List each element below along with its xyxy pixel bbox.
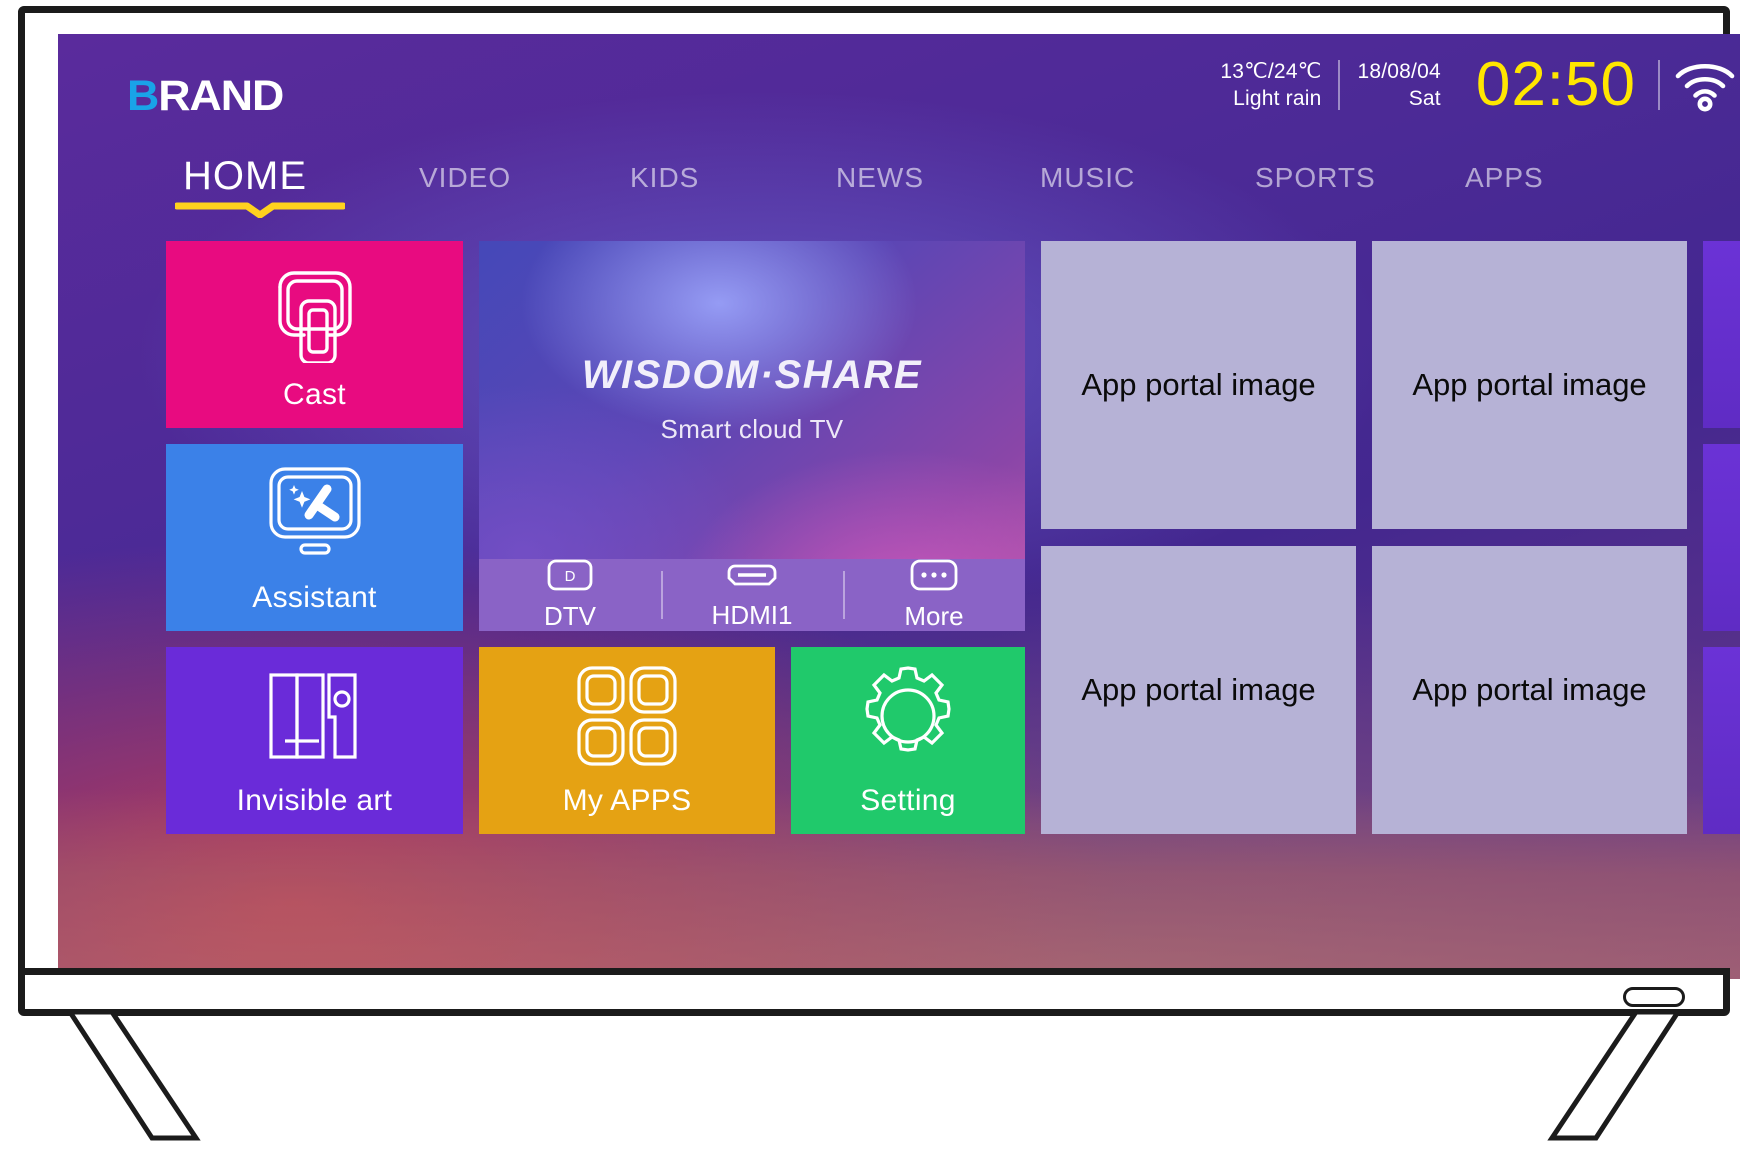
app-portal-label: App portal image (1081, 672, 1316, 707)
weather-condition: Light rain (1233, 87, 1322, 110)
tile-label: Setting (860, 784, 956, 817)
tile-setting[interactable]: Setting (791, 647, 1025, 834)
art-panels-icon (166, 647, 463, 784)
ir-receiver-window (1623, 987, 1685, 1007)
nav-item-label: HOME (183, 154, 307, 198)
nav-item-sports[interactable]: SPORTS (1255, 162, 1465, 194)
hdmi-icon (725, 559, 779, 590)
status-bar: 13℃/24℃ Light rain 18/08/04 Sat 02:50 (1220, 50, 1735, 119)
hero-text-block: WISDOM·SHARE Smart cloud TV (479, 353, 1025, 445)
svg-text:D: D (565, 568, 576, 585)
nav-bar: HOME VIDEO KIDS NEWS MUSIC SPORTS APPS (175, 154, 1700, 218)
tv-bezel: BRAND 13℃/24℃ Light rain 18/08/04 Sat 02… (18, 6, 1740, 981)
gear-icon (791, 647, 1025, 784)
nav-item-label: NEWS (836, 162, 924, 193)
tile-label: Invisible art (236, 784, 393, 817)
source-item-dtv[interactable]: D DTV (479, 559, 661, 631)
tv-unit: BRAND 13℃/24℃ Light rain 18/08/04 Sat 02… (0, 0, 1748, 1158)
tv-screen: BRAND 13℃/24℃ Light rain 18/08/04 Sat 02… (58, 34, 1740, 979)
source-item-more[interactable]: More (843, 559, 1025, 631)
weekday-text: Sat (1408, 87, 1441, 110)
source-label: HDMI1 (711, 600, 793, 630)
app-portal-tile[interactable]: App portal image (1041, 546, 1356, 834)
nav-item-music[interactable]: MUSIC (1040, 162, 1255, 194)
app-portal-label: App portal image (1412, 367, 1647, 402)
nav-item-home[interactable]: HOME (175, 154, 419, 218)
tile-label: Cast (283, 378, 346, 411)
date-block: 18/08/04 Sat (1340, 58, 1457, 112)
source-label: DTV (544, 600, 596, 631)
nav-item-video[interactable]: VIDEO (419, 162, 630, 194)
nav-item-kids[interactable]: KIDS (630, 162, 836, 194)
magic-wand-tv-icon (166, 444, 463, 581)
brand-logo-text: RAND (158, 72, 284, 120)
tv-base-strip (18, 968, 1730, 1016)
clock: 02:50 (1475, 50, 1636, 119)
app-portal-label: App portal image (1412, 672, 1647, 707)
content-grid: Cast Assistant Invisible art WISDOM·SHAR… (138, 241, 1740, 979)
tile-label: Assistant (252, 581, 377, 614)
hero-subtitle: Smart cloud TV (660, 414, 844, 444)
app-portal-tile[interactable]: App portal image (1372, 546, 1687, 834)
temperature-range: 13℃/24℃ (1220, 60, 1322, 83)
tv-stand-legs (65, 1010, 1683, 1141)
hero-title: WISDOM·SHARE (581, 353, 923, 397)
source-label: More (904, 600, 964, 631)
wifi-icon[interactable] (1660, 58, 1735, 112)
app-portal-tile[interactable]: App portal image (1041, 241, 1356, 529)
nav-item-label: MUSIC (1040, 162, 1136, 193)
dtv-icon: D (547, 559, 593, 591)
date-text: 18/08/04 (1357, 60, 1441, 83)
brand-logo-accent-letter: B (126, 72, 159, 120)
nav-item-label: KIDS (630, 162, 700, 193)
edge-tile[interactable]: A (1703, 444, 1740, 631)
weather-block: 13℃/24℃ Light rain (1220, 58, 1338, 112)
brand-logo: BRAND (126, 72, 284, 121)
nav-item-news[interactable]: NEWS (836, 162, 1040, 194)
app-grid-icon (479, 647, 775, 784)
nav-active-underline-icon (175, 202, 345, 218)
tile-cast[interactable]: Cast (166, 241, 463, 428)
source-item-hdmi1[interactable]: HDMI1 (661, 559, 843, 631)
nav-item-apps[interactable]: APPS (1465, 162, 1544, 194)
cast-screen-icon (166, 241, 463, 378)
edge-tile[interactable]: A (1703, 647, 1740, 834)
tile-invisible-art[interactable]: Invisible art (166, 647, 463, 834)
app-portal-label: App portal image (1081, 367, 1316, 402)
nav-item-label: VIDEO (419, 162, 512, 193)
nav-item-label: APPS (1465, 162, 1544, 193)
edge-tile[interactable]: A (1703, 241, 1740, 428)
more-dots-icon (910, 559, 958, 591)
nav-item-label: SPORTS (1255, 162, 1376, 193)
source-bar: D DTV HDMI1 More (479, 559, 1025, 631)
tile-assistant[interactable]: Assistant (166, 444, 463, 631)
app-portal-tile[interactable]: App portal image (1372, 241, 1687, 529)
tile-my-apps[interactable]: My APPS (479, 647, 775, 834)
tile-label: My APPS (562, 784, 692, 817)
